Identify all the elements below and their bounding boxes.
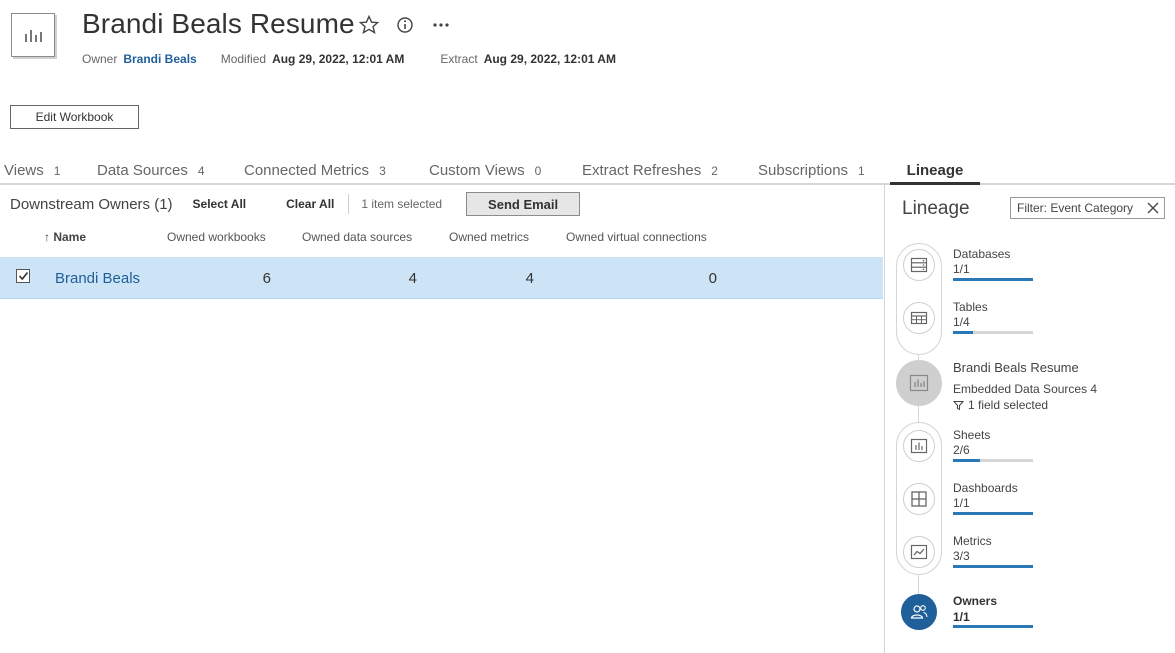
owner-link[interactable]: Brandi Beals — [123, 52, 196, 66]
owner-name-link[interactable]: Brandi Beals — [55, 270, 140, 287]
more-icon[interactable] — [430, 14, 452, 36]
info-icon[interactable] — [394, 14, 416, 36]
owned-virtual-connections-cell: 0 — [708, 270, 717, 287]
filter-chip[interactable]: Filter: Event Category — [1010, 197, 1165, 219]
database-icon — [910, 257, 928, 273]
column-header-owned-workbooks[interactable]: Owned workbooks — [167, 230, 266, 244]
column-header-owned-metrics[interactable]: Owned metrics — [449, 230, 529, 244]
sheets-node[interactable] — [903, 430, 935, 462]
tab-connected-metrics[interactable]: Connected Metrics 3 — [244, 162, 386, 185]
owned-workbooks-cell: 6 — [262, 270, 271, 287]
lineage-label-databases[interactable]: Databases — [953, 247, 1010, 261]
lineage-bar-sheets — [953, 459, 1033, 462]
workbook-node[interactable] — [896, 360, 942, 406]
workbook-metadata: Owner Brandi Beals Modified Aug 29, 2022… — [82, 52, 652, 66]
tab-views[interactable]: Views 1 — [4, 162, 60, 185]
tab-extract-refreshes[interactable]: Extract Refreshes 2 — [582, 162, 718, 185]
lineage-bar-databases — [953, 278, 1033, 281]
extract-label: Extract — [440, 52, 478, 66]
modified-value: Aug 29, 2022, 12:01 AM — [272, 52, 405, 66]
dashboard-icon — [911, 491, 927, 507]
owned-data-sources-cell: 4 — [408, 270, 417, 287]
owners-node[interactable] — [901, 594, 937, 630]
metric-icon — [910, 544, 928, 560]
send-email-button[interactable]: Send Email — [466, 192, 581, 216]
lineage-workbook-name: Brandi Beals Resume — [953, 360, 1079, 375]
lineage-embedded-sources: Embedded Data Sources 4 — [953, 382, 1098, 396]
owners-icon — [910, 605, 928, 619]
downstream-owners-title: Downstream Owners (1) — [10, 195, 173, 213]
owner-label: Owner — [82, 52, 118, 66]
selection-status: 1 item selected — [361, 197, 443, 211]
column-header-owned-virtual-connections[interactable]: Owned virtual connections — [566, 230, 707, 244]
filter-icon — [953, 400, 964, 410]
page-title: Brandi Beals Resume — [82, 8, 355, 39]
lineage-count-tables: 1/4 — [953, 315, 970, 329]
workbook-icon — [909, 374, 929, 392]
lineage-count-owners: 1/1 — [953, 610, 970, 624]
lineage-label-dashboards[interactable]: Dashboards — [953, 481, 1018, 495]
lineage-connector — [918, 575, 919, 595]
sheet-icon — [910, 438, 928, 454]
check-icon — [18, 272, 28, 281]
lineage-count-databases: 1/1 — [953, 262, 970, 276]
metrics-node[interactable] — [903, 536, 935, 568]
lineage-field-selected[interactable]: 1 field selected — [953, 398, 1048, 412]
databases-node[interactable] — [903, 249, 935, 281]
lineage-label-owners[interactable]: Owners — [953, 594, 997, 608]
extract-value: Aug 29, 2022, 12:01 AM — [483, 52, 616, 66]
panel-divider — [884, 185, 885, 653]
row-checkbox[interactable] — [16, 269, 30, 283]
lineage-count-metrics: 3/3 — [953, 549, 970, 563]
lineage-bar-tables — [953, 331, 1033, 334]
owned-metrics-cell: 4 — [525, 270, 534, 287]
lineage-count-sheets: 2/6 — [953, 443, 970, 457]
dashboards-node[interactable] — [903, 483, 935, 515]
workbook-icon — [11, 13, 55, 57]
star-icon[interactable] — [358, 14, 380, 36]
owners-toolbar: Downstream Owners (1) Select All Clear A… — [10, 192, 581, 216]
lineage-label-tables[interactable]: Tables — [953, 300, 988, 314]
lineage-bar-dashboards — [953, 512, 1033, 515]
modified-label: Modified — [220, 52, 267, 66]
tab-bar: Views 1 Data Sources 4 Connected Metrics 3 … — [0, 160, 1175, 185]
lineage-title: Lineage — [902, 198, 970, 219]
lineage-bar-metrics — [953, 565, 1033, 568]
lineage-label-metrics[interactable]: Metrics — [953, 534, 992, 548]
tab-data-sources[interactable]: Data Sources 4 — [97, 162, 205, 185]
lineage-connector — [918, 405, 919, 423]
table-row[interactable]: Brandi Beals 6 4 4 0 — [0, 257, 883, 299]
tab-subscriptions[interactable]: Subscriptions 1 — [758, 162, 865, 185]
column-header-owned-data-sources[interactable]: Owned data sources — [302, 230, 412, 244]
edit-workbook-button[interactable]: Edit Workbook — [10, 105, 139, 129]
table-icon — [910, 311, 928, 325]
lineage-count-dashboards: 1/1 — [953, 496, 970, 510]
toolbar-divider — [348, 194, 350, 214]
clear-all-button[interactable]: Clear All — [286, 197, 334, 211]
lineage-bar-owners — [953, 625, 1033, 628]
tab-custom-views[interactable]: Custom Views 0 — [429, 162, 541, 185]
tables-node[interactable] — [903, 302, 935, 334]
lineage-label-sheets[interactable]: Sheets — [953, 428, 990, 442]
column-header-name[interactable]: ↑ Name — [44, 230, 86, 244]
tab-lineage[interactable]: Lineage — [890, 162, 980, 185]
close-icon[interactable] — [1146, 201, 1160, 221]
select-all-button[interactable]: Select All — [193, 197, 247, 211]
